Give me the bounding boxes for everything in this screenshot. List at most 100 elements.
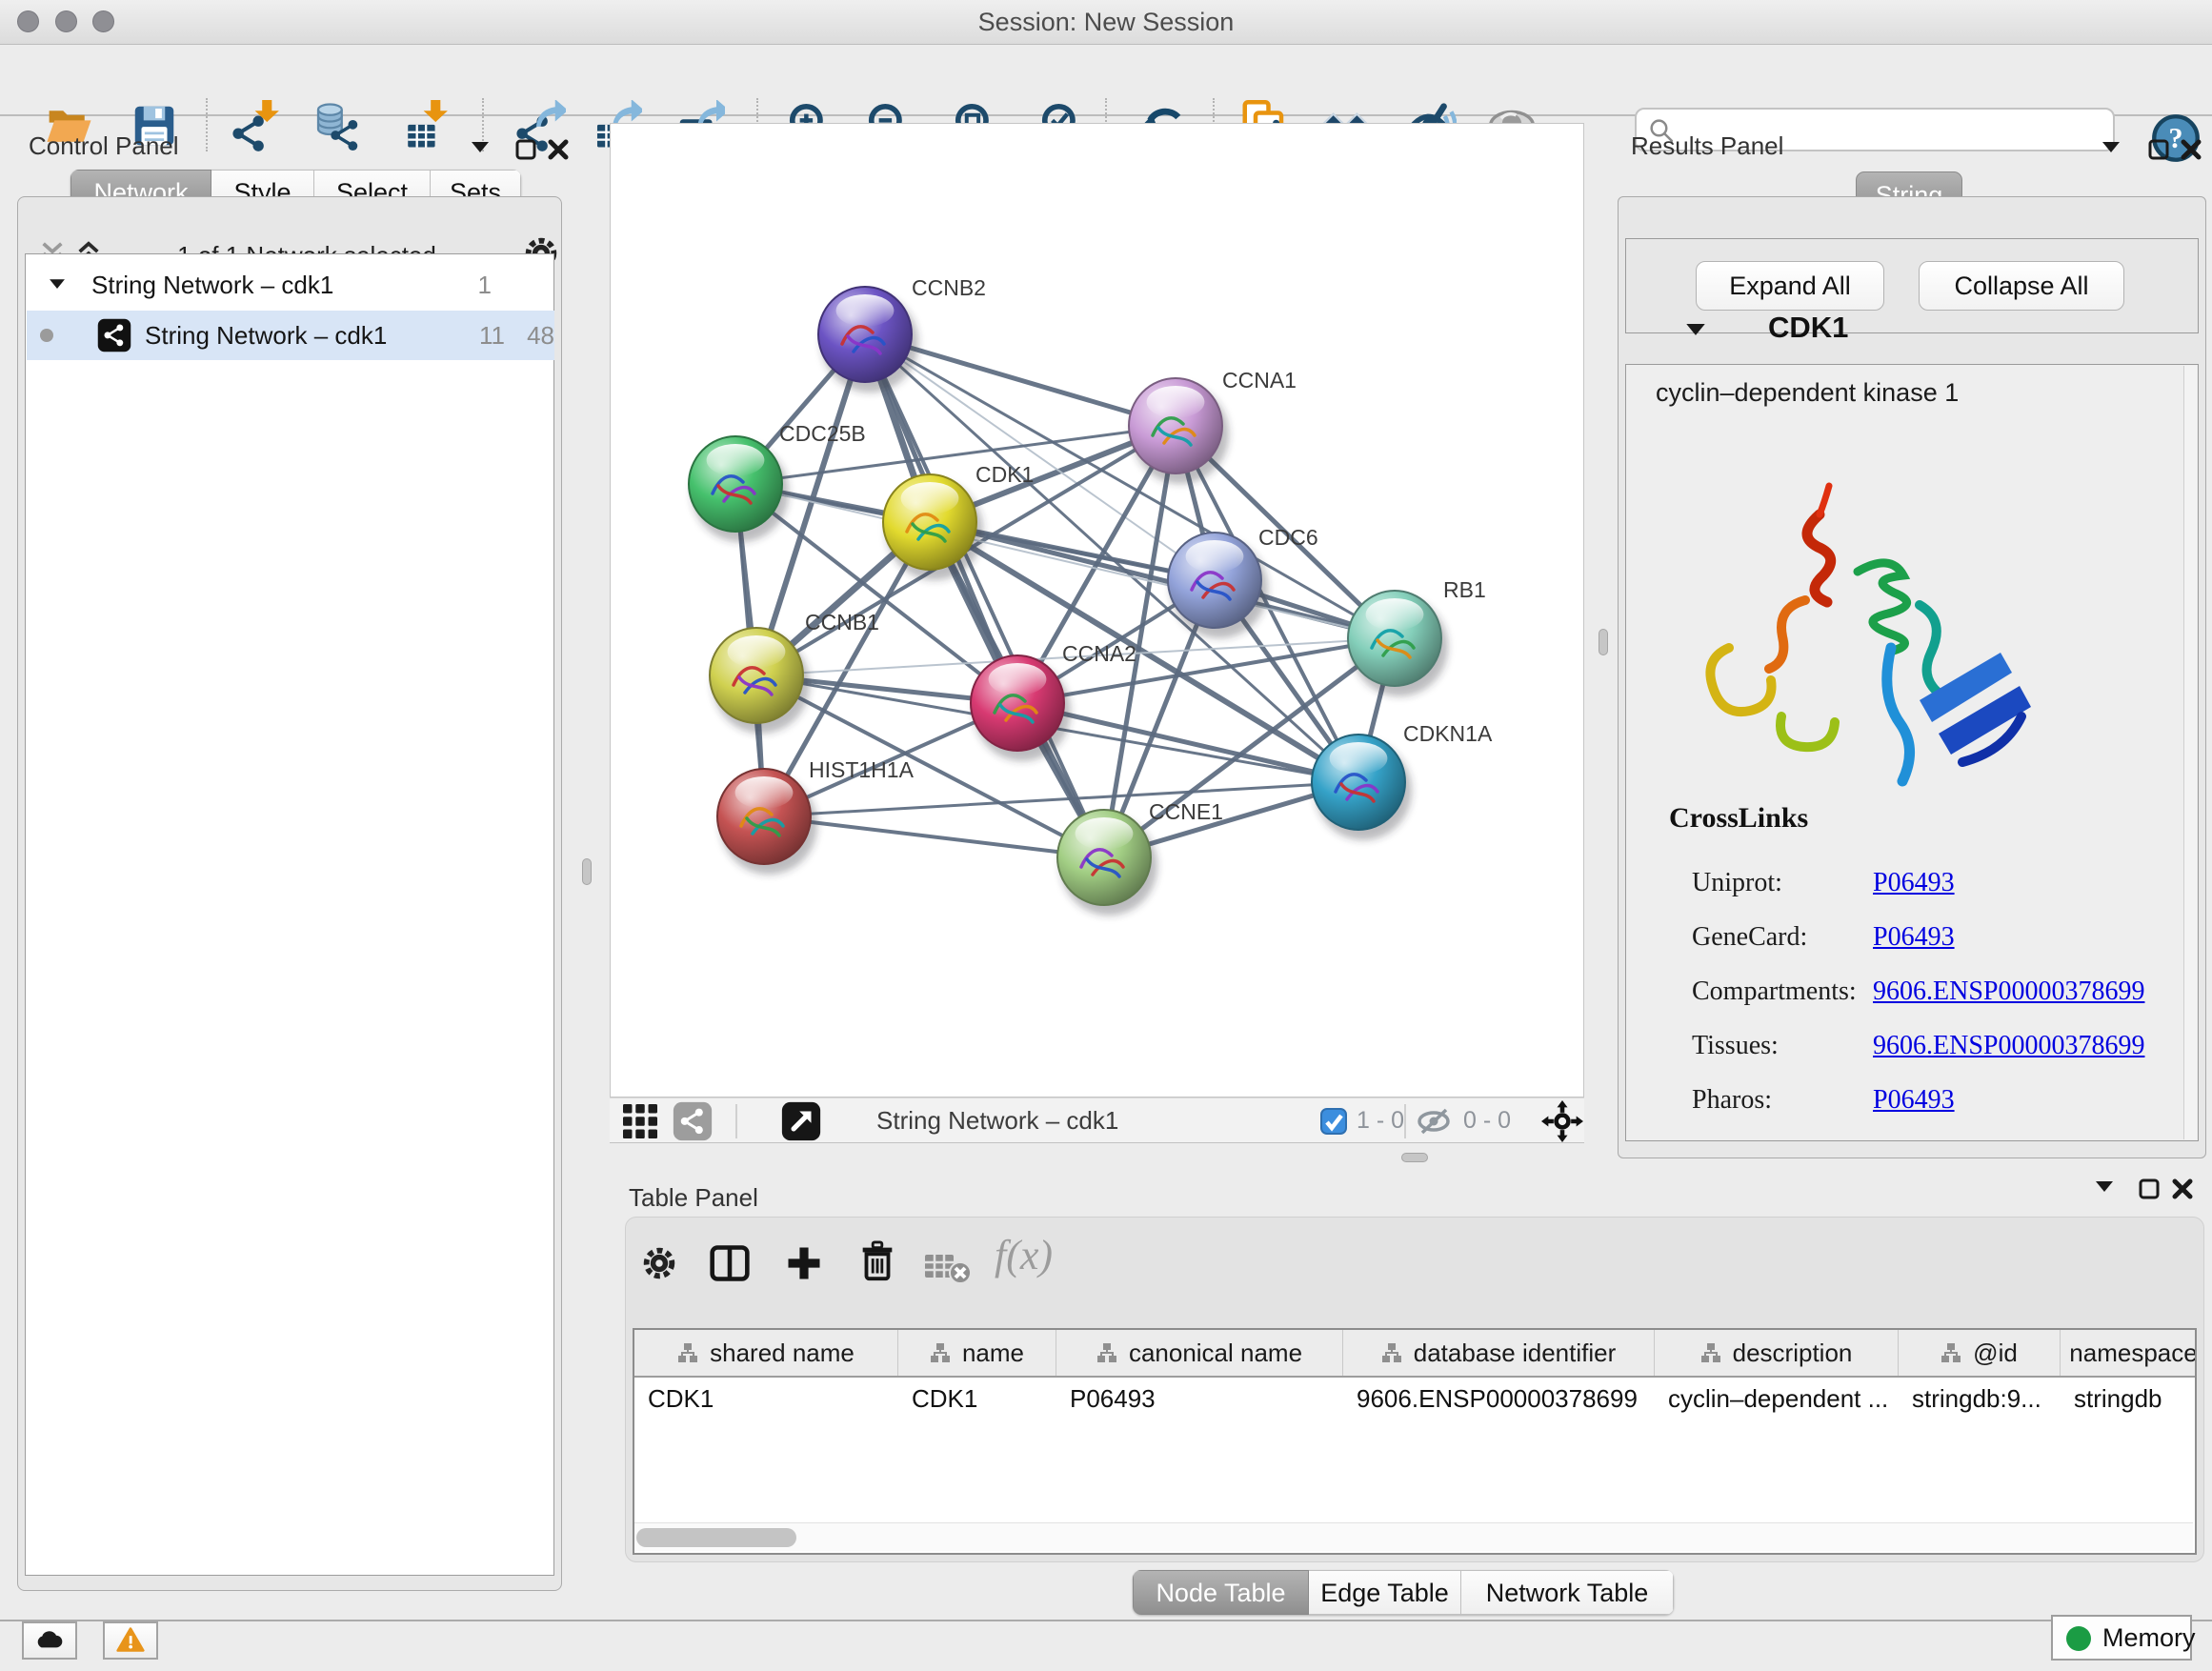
network-current-dot xyxy=(40,329,53,342)
table-options-gear-icon[interactable] xyxy=(640,1244,678,1282)
network-node-count: 11 xyxy=(473,311,505,360)
column-header[interactable]: canonical name xyxy=(1056,1330,1343,1376)
table-cell: stringdb:9... xyxy=(1899,1378,2061,1419)
collection-label: String Network – cdk1 xyxy=(91,267,333,303)
protein-structure-image xyxy=(1677,457,2039,800)
detach-view-icon[interactable] xyxy=(781,1101,821,1141)
network-tree xyxy=(25,253,554,1576)
column-header-label: database identifier xyxy=(1414,1339,1616,1368)
network-node-CDC25B[interactable] xyxy=(689,436,789,542)
network-node-CCNB2[interactable] xyxy=(818,287,918,393)
crosslink-link[interactable]: P06493 xyxy=(1873,1085,1955,1116)
delete-column-icon[interactable] xyxy=(855,1238,899,1284)
network-node-CDK1[interactable] xyxy=(883,474,983,580)
network-node-CCNA2[interactable] xyxy=(971,655,1071,761)
results-panel-float-icon[interactable] xyxy=(2148,139,2169,160)
grid-view-icon[interactable] xyxy=(623,1104,657,1138)
table-hscrollbar-track xyxy=(634,1522,2193,1551)
hidden-count-badge: 0 - 0 xyxy=(1463,1098,1511,1142)
separator xyxy=(1404,1104,1406,1138)
column-type-icon xyxy=(1381,1342,1402,1363)
separator xyxy=(735,1104,737,1138)
tab-edge-table[interactable]: Edge Table xyxy=(1309,1570,1461,1615)
import-network-file-icon[interactable] xyxy=(231,100,282,151)
main-toolbar: ? xyxy=(0,45,2212,116)
control-panel-collapse-icon[interactable] xyxy=(472,142,489,153)
current-network-name: String Network – cdk1 xyxy=(876,1098,1118,1142)
import-network-database-icon[interactable] xyxy=(310,100,361,151)
expand-all-button[interactable]: Expand All xyxy=(1696,261,1884,311)
network-node-HIST1H1A[interactable] xyxy=(717,769,817,875)
crosslink-link[interactable]: P06493 xyxy=(1873,868,1955,898)
network-node-RB1[interactable] xyxy=(1348,591,1448,696)
cloud-button[interactable] xyxy=(22,1621,77,1660)
node-table: shared name name canonical name database id… xyxy=(633,1328,2197,1555)
network-collection-row[interactable]: String Network – cdk1 1 xyxy=(27,267,553,303)
node-label-CCNB2: CCNB2 xyxy=(912,275,986,300)
hidden-eye-icon[interactable] xyxy=(1416,1108,1454,1135)
column-header[interactable]: description xyxy=(1655,1330,1899,1376)
warnings-button[interactable] xyxy=(103,1621,158,1660)
table-panel-float-icon[interactable] xyxy=(2139,1178,2160,1199)
left-splitter-handle[interactable] xyxy=(582,858,592,885)
control-panel-float-icon[interactable] xyxy=(515,139,536,160)
network-canvas[interactable]: CCNB2CCNA1CDC25BCDK1CDC6RB1CCNB1CCNA2CDK… xyxy=(610,123,1584,1097)
network-row-selected[interactable]: String Network – cdk1 11 48 xyxy=(27,311,554,360)
results-panel-collapse-icon[interactable] xyxy=(2102,142,2120,153)
crosslink-link[interactable]: P06493 xyxy=(1873,922,1955,953)
node-label-CCNA2: CCNA2 xyxy=(1062,641,1136,666)
control-panel-close-icon[interactable] xyxy=(548,139,569,160)
crosslink-label: GeneCard: xyxy=(1692,922,1873,953)
show-columns-icon[interactable] xyxy=(709,1242,751,1284)
tab-network-table[interactable]: Network Table xyxy=(1461,1570,1674,1615)
crosslink-link[interactable]: 9606.ENSP00000378699 xyxy=(1873,1031,2144,1061)
node-label-CDKN1A: CDKN1A xyxy=(1403,721,1493,746)
crosslink-row: Pharos:P06493 xyxy=(1692,1073,2187,1127)
network-node-CCNA1[interactable] xyxy=(1129,378,1229,484)
table-row[interactable]: CDK1CDK1P064939606.ENSP00000378699cyclin… xyxy=(634,1378,2195,1419)
gene-section-collapse-icon[interactable] xyxy=(1686,324,1705,336)
crosslink-label: Pharos: xyxy=(1692,1085,1873,1116)
collection-expand-icon[interactable] xyxy=(50,279,65,290)
import-table-icon[interactable] xyxy=(399,100,451,151)
column-header-label: name xyxy=(962,1339,1024,1368)
network-edge-count: 48 xyxy=(522,311,554,360)
column-header[interactable]: name xyxy=(898,1330,1056,1376)
network-view-icon[interactable] xyxy=(673,1101,713,1141)
network-edge[interactable] xyxy=(764,782,1358,816)
column-header[interactable]: shared name xyxy=(634,1330,898,1376)
bottom-splitter-handle[interactable] xyxy=(1401,1153,1428,1162)
column-header[interactable]: namespace xyxy=(2061,1330,2195,1376)
table-panel-collapse-icon[interactable] xyxy=(2096,1181,2113,1193)
column-header-label: namespace xyxy=(2069,1339,2195,1368)
function-builder-icon[interactable]: f(x) xyxy=(995,1231,1053,1279)
table-hscrollbar-thumb[interactable] xyxy=(636,1528,796,1547)
table-cell: CDK1 xyxy=(898,1378,1056,1419)
network-edge[interactable] xyxy=(930,522,1395,638)
pan-move-icon[interactable] xyxy=(1541,1100,1583,1142)
table-panel-close-icon[interactable] xyxy=(2172,1178,2193,1199)
column-header-label: @id xyxy=(1973,1339,2018,1368)
column-type-icon xyxy=(677,1342,698,1363)
column-header[interactable]: @id xyxy=(1899,1330,2061,1376)
selected-checkbox-icon[interactable] xyxy=(1320,1108,1347,1135)
title-bar: Session: New Session xyxy=(0,0,2212,45)
add-column-icon[interactable] xyxy=(783,1242,825,1284)
results-panel-close-icon[interactable] xyxy=(2181,139,2202,160)
network-view-toolbar: String Network – cdk1 1 - 0 0 - 0 xyxy=(610,1097,1584,1143)
memory-button[interactable]: Memory xyxy=(2051,1615,2192,1661)
crosslink-row: Tissues:9606.ENSP00000378699 xyxy=(1692,1018,2187,1073)
table-cell: CDK1 xyxy=(634,1378,898,1419)
right-splitter-handle[interactable] xyxy=(1599,629,1608,655)
collapse-all-button[interactable]: Collapse All xyxy=(1919,261,2124,311)
memory-status-dot xyxy=(2066,1626,2091,1651)
crosslink-link[interactable]: 9606.ENSP00000378699 xyxy=(1873,976,2144,1007)
collection-count: 1 xyxy=(463,267,492,303)
network-node-CDKN1A[interactable] xyxy=(1312,735,1412,840)
table-cell: P06493 xyxy=(1056,1378,1343,1419)
delete-table-icon[interactable] xyxy=(924,1250,972,1284)
selected-count-badge: 1 - 0 xyxy=(1357,1098,1404,1142)
crosslink-row: GeneCard:P06493 xyxy=(1692,910,2187,964)
column-header[interactable]: database identifier xyxy=(1343,1330,1655,1376)
tab-node-table[interactable]: Node Table xyxy=(1133,1570,1309,1615)
